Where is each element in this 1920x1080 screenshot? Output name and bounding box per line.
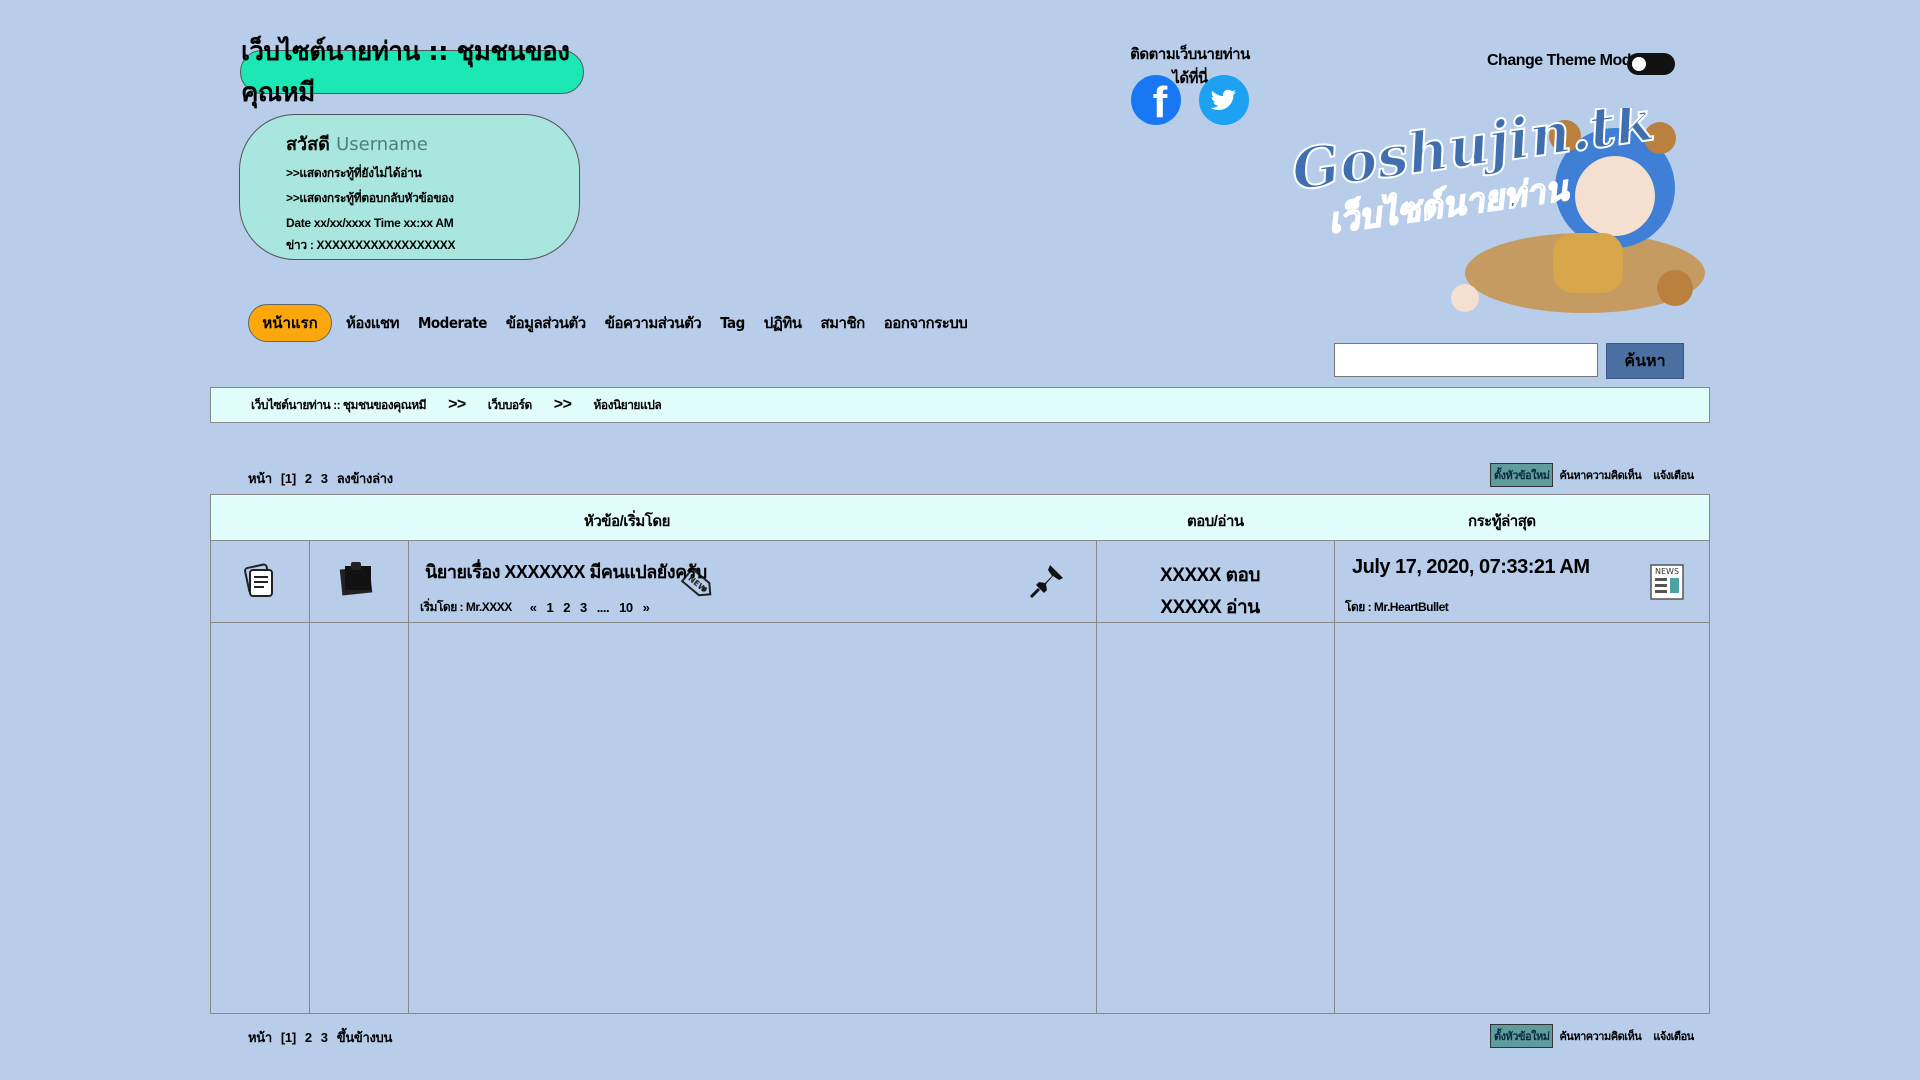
breadcrumb-item-home[interactable]: เว็บไซต์นายท่าน :: ชุมชนของคุณหมี — [251, 396, 427, 415]
nav-item-calendar[interactable]: ปฏิทิน — [764, 311, 802, 335]
nav-item-members[interactable]: สมาชิก — [821, 311, 866, 335]
page-ellipsis: .... — [596, 600, 610, 615]
page-link[interactable]: 3 — [580, 600, 587, 615]
nav-home-button[interactable]: หน้าแรก — [248, 304, 332, 342]
topic-tools-bottom: ตั้งหัวข้อใหม่ ค้นหาความคิดเห็น แจ้งเตือ… — [1490, 1024, 1706, 1048]
page-link[interactable]: « — [530, 600, 537, 615]
nav-item-profile[interactable]: ข้อมูลส่วนตัว — [506, 311, 586, 335]
site-logo[interactable]: Goshujin.tk เว็บไซต์นายท่าน — [1285, 87, 1715, 318]
page-link[interactable]: 3 — [321, 1030, 328, 1045]
column-divider — [309, 540, 310, 1013]
search-button[interactable]: ค้นหา — [1606, 343, 1684, 379]
jump-down-link[interactable]: ลงข้างล่าง — [337, 468, 393, 489]
page-label: หน้า — [248, 471, 272, 486]
theme-toggle[interactable] — [1627, 53, 1675, 75]
notify-link[interactable]: แจ้งเตือน — [1653, 1027, 1694, 1045]
nav-item-messages[interactable]: ข้อความส่วนตัว — [605, 311, 702, 335]
col-replies: ตอบ/อ่าน — [1187, 513, 1244, 530]
search-comments-link[interactable]: ค้นหาความคิดเห็น — [1559, 1027, 1641, 1045]
news-icon[interactable]: NEWS — [1650, 564, 1684, 605]
page-label: หน้า — [248, 1030, 272, 1045]
page-link[interactable]: 3 — [321, 471, 328, 486]
new-topic-button[interactable]: ตั้งหัวข้อใหม่ — [1490, 1024, 1554, 1048]
table-header: หัวข้อ/เริ่มโดย ตอบ/อ่าน กระทู้ล่าสุด — [211, 495, 1709, 541]
pin-icon[interactable] — [1028, 562, 1066, 605]
search-input[interactable] — [1334, 343, 1598, 377]
page-link[interactable]: 2 — [305, 471, 312, 486]
greeting-box: สวัสดี Username >>แสดงกระทู้ที่ยังไม่ได้… — [239, 114, 580, 260]
site-title[interactable]: เว็บไซต์นายท่าน :: ชุมชนของคุณหมี — [240, 37, 584, 108]
theme-mode-label: Change Theme Mode — [1487, 52, 1640, 69]
jump-up-link[interactable]: ขึ้นข้างบน — [337, 1027, 393, 1048]
latest-post-author[interactable]: โดย : Mr.HeartBullet — [1345, 598, 1449, 617]
column-divider — [1334, 540, 1335, 1013]
breadcrumb-separator: >> — [553, 396, 572, 413]
facebook-icon[interactable]: f — [1131, 75, 1181, 125]
replied-posts-link[interactable]: >>แสดงกระทู้ที่ตอบกลับหัวข้อของ — [286, 189, 579, 208]
nav-item-tag[interactable]: Tag — [720, 314, 745, 332]
new-topic-button[interactable]: ตั้งหัวข้อใหม่ — [1490, 463, 1554, 487]
notify-link[interactable]: แจ้งเตือน — [1653, 466, 1694, 484]
page-link[interactable]: 2 — [563, 600, 570, 615]
page-link[interactable]: 1 — [546, 600, 553, 615]
nav-item-moderate[interactable]: Moderate — [418, 314, 487, 332]
svg-text:NEWS: NEWS — [1655, 567, 1679, 576]
page-link[interactable]: [1] — [281, 1030, 296, 1045]
main-nav: หน้าแรก ห้องแชท Moderate ข้อมูลส่วนตัว ข… — [248, 303, 986, 343]
breadcrumb: เว็บไซต์นายท่าน :: ชุมชนของคุณหมี >> เว็… — [210, 387, 1710, 423]
page-link[interactable]: [1] — [281, 471, 296, 486]
datetime-text: Date xx/xx/xxxx Time xx:xx AM — [286, 216, 454, 230]
greeting-prefix: สวัสดี — [286, 134, 330, 155]
reply-count: XXXXX ตอบ — [1160, 565, 1260, 586]
greeting-username[interactable]: Username — [336, 134, 428, 155]
topic-starter: เริ่มโดย : Mr.XXXX « 1 2 3 .... 10 » — [420, 598, 650, 617]
toggle-knob — [1632, 57, 1646, 71]
news-text: ข่าว : XXXXXXXXXXXXXXXXXX — [286, 238, 456, 252]
pagination-top: หน้า [1] 2 3 ลงข้างล่าง — [248, 468, 402, 489]
topic-tools-top: ตั้งหัวข้อใหม่ ค้นหาความคิดเห็น แจ้งเตือ… — [1490, 463, 1706, 487]
column-divider — [408, 540, 409, 1013]
breadcrumb-item-board[interactable]: เว็บบอร์ด — [488, 396, 533, 415]
column-divider — [1096, 540, 1097, 1013]
sticky-note-icon — [337, 560, 375, 603]
page-link[interactable]: 2 — [305, 1030, 312, 1045]
page-link[interactable]: 10 — [619, 600, 633, 615]
nav-item-chat[interactable]: ห้องแชท — [346, 311, 399, 335]
topic-title-link[interactable]: นิยายเรื่อง XXXXXXX มีคนแปลยังครับ — [425, 557, 707, 586]
col-topic: หัวข้อ/เริ่มโดย — [584, 513, 670, 530]
row-divider — [211, 622, 1709, 623]
twitter-icon[interactable] — [1199, 75, 1249, 125]
read-count: XXXXX อ่าน — [1160, 597, 1260, 618]
topic-starter-name[interactable]: เริ่มโดย : Mr.XXXX — [420, 598, 512, 617]
col-latest: กระทู้ล่าสุด — [1468, 513, 1536, 530]
breadcrumb-separator: >> — [448, 396, 466, 413]
pagination-bottom: หน้า [1] 2 3 ขึ้นข้างบน — [248, 1027, 401, 1048]
topic-status-icon — [242, 562, 276, 603]
page-link[interactable]: » — [643, 600, 650, 615]
search-comments-link[interactable]: ค้นหาความคิดเห็น — [1559, 466, 1641, 484]
topic-stats: XXXXX ตอบ XXXXX อ่าน — [1140, 560, 1280, 624]
breadcrumb-item-room[interactable]: ห้องนิยายแปล — [593, 396, 661, 415]
nav-item-logout[interactable]: ออกจากระบบ — [884, 311, 968, 335]
latest-post-date[interactable]: July 17, 2020, 07:33:21 AM — [1352, 556, 1590, 579]
unread-posts-link[interactable]: >>แสดงกระทู้ที่ยังไม่ได้อ่าน — [286, 164, 579, 183]
